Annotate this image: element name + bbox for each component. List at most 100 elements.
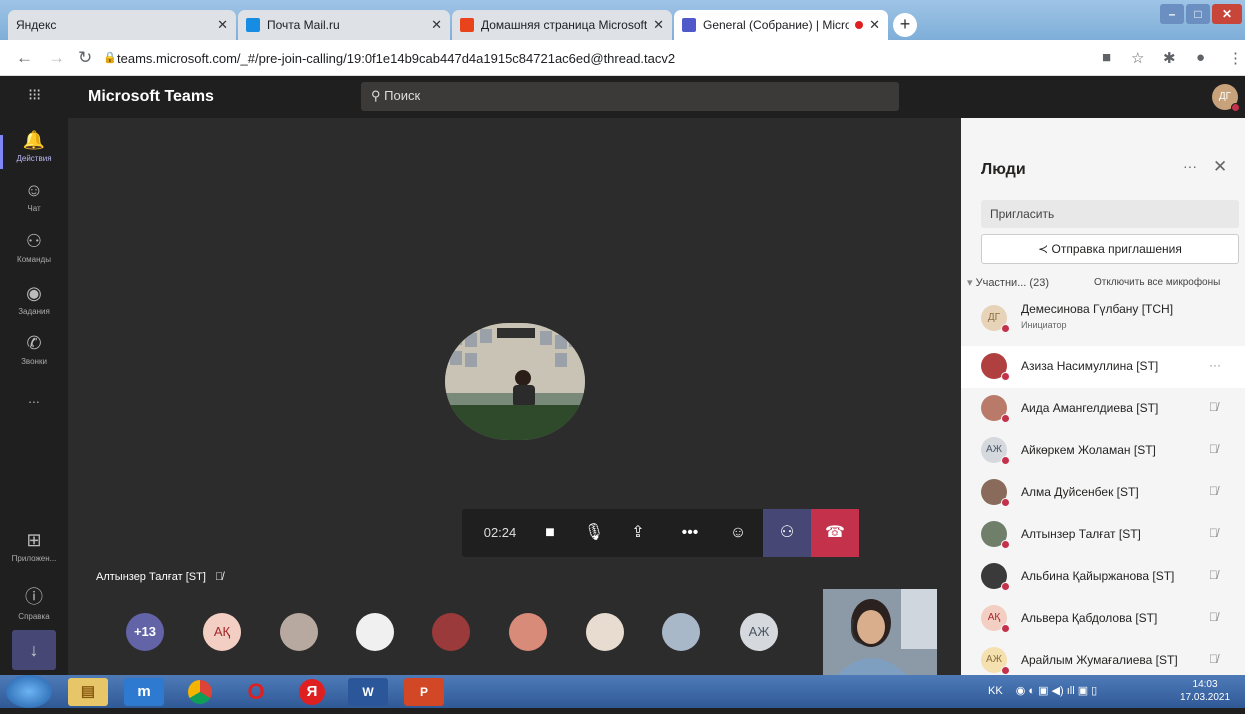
- participant-name: Айкөркем Жоламан [ST]: [1021, 443, 1156, 457]
- opera-icon[interactable]: O: [236, 678, 276, 706]
- participant-row[interactable]: Алма Дуйсенбек [ST] 🎙̸: [961, 472, 1245, 514]
- rail-label: Справка: [18, 612, 50, 621]
- participant-avatar[interactable]: [432, 613, 470, 651]
- send-invite-button[interactable]: ≺ Отправка приглашения: [981, 234, 1239, 264]
- participant-row[interactable]: Алтынзер Талғат [ST] 🎙̸: [961, 514, 1245, 556]
- hang-up-button[interactable]: ☎: [811, 509, 859, 557]
- yandex-browser-icon[interactable]: Я: [292, 678, 332, 706]
- download-button[interactable]: ↓: [12, 630, 56, 670]
- tab-teams-meeting[interactable]: General (Собрание) | Micros ✕: [674, 10, 888, 40]
- call-controls: 02:24 ■ 🎙 ⇪ ••• ☺ ⚇ ☎: [462, 509, 859, 557]
- assignments-icon: ◉: [26, 283, 42, 303]
- camera-icon[interactable]: ■: [1102, 49, 1111, 66]
- tab-title: Почта Mail.ru: [267, 18, 340, 32]
- profile-icon[interactable]: ●: [1196, 49, 1205, 66]
- language-indicator[interactable]: KK: [988, 685, 1003, 697]
- invite-input[interactable]: Пригласить: [981, 200, 1239, 228]
- rail-label: Приложен...: [11, 554, 57, 563]
- share-icon: ⇪: [631, 524, 645, 541]
- powerpoint-icon[interactable]: P: [404, 678, 444, 706]
- tab-mail[interactable]: Почта Mail.ru ✕: [238, 10, 450, 40]
- search-input[interactable]: ⚲ Поиск: [361, 82, 899, 111]
- tab-office[interactable]: Домашняя страница Microsoft C ✕: [452, 10, 672, 40]
- show-participants-button[interactable]: ⚇: [763, 509, 811, 557]
- participant-row[interactable]: Азиза Насимуллина [ST] ···: [961, 346, 1245, 388]
- close-icon[interactable]: ✕: [653, 17, 664, 33]
- teams-app-icon[interactable]: m: [124, 678, 164, 706]
- lock-icon: 🔒: [103, 52, 117, 64]
- more-options-icon[interactable]: ···: [1209, 358, 1221, 372]
- participants-header[interactable]: ▾ Участни... (23) Отключить все микрофон…: [967, 276, 1243, 289]
- participant-avatar[interactable]: [356, 613, 394, 651]
- camera-icon: ■: [545, 524, 555, 541]
- close-icon[interactable]: ✕: [431, 17, 442, 33]
- avatar[interactable]: ДГ: [1212, 84, 1240, 112]
- word-icon[interactable]: W: [348, 678, 388, 706]
- camera-toggle-button[interactable]: ■: [530, 509, 570, 557]
- participants-count: (23): [1029, 277, 1049, 289]
- participant-row[interactable]: ДГ Демесинова Гүлбану [TCH] Инициатор: [961, 298, 1245, 340]
- mute-all-button[interactable]: Отключить все микрофоны: [1094, 277, 1220, 288]
- mic-toggle-button[interactable]: 🎙: [574, 509, 614, 557]
- rail-item-assignments[interactable]: ◉ Задания: [0, 283, 68, 316]
- new-tab-button[interactable]: +: [893, 13, 917, 37]
- status-badge: [1001, 372, 1010, 381]
- rail-item-chat[interactable]: ☺ Чат: [0, 180, 68, 213]
- back-icon[interactable]: ←: [16, 48, 33, 68]
- rail-item-help[interactable]: ⓘ Справка: [0, 583, 68, 621]
- participant-avatar[interactable]: [509, 613, 547, 651]
- participant-row[interactable]: АЖ Айкөркем Жоламан [ST] 🎙̸: [961, 430, 1245, 472]
- more-icon: •••: [681, 524, 699, 541]
- close-icon[interactable]: ✕: [869, 17, 880, 33]
- participant-row[interactable]: Альбина Қайыржанова [ST] 🎙̸: [961, 556, 1245, 598]
- forward-icon[interactable]: →: [48, 48, 65, 68]
- chrome-icon[interactable]: [180, 678, 220, 706]
- avatar-initials: АЖ: [986, 444, 1002, 455]
- app-title: Microsoft Teams: [88, 88, 214, 105]
- more-actions-button[interactable]: •••: [670, 509, 710, 557]
- avatar-initials: ДГ: [987, 312, 1001, 323]
- rail-item-teams[interactable]: ⚇ Команды: [0, 231, 68, 264]
- participant-row[interactable]: АҚ Альвера Қабдолова [ST] 🎙̸: [961, 598, 1245, 640]
- close-icon[interactable]: ✕: [217, 17, 228, 33]
- more-options-icon[interactable]: ···: [1183, 158, 1197, 174]
- close-icon[interactable]: ✕: [1213, 157, 1227, 177]
- participant-avatar[interactable]: [586, 613, 624, 651]
- start-button[interactable]: [6, 675, 52, 708]
- participant-avatar[interactable]: [662, 613, 700, 651]
- reload-icon[interactable]: ↻: [78, 48, 92, 68]
- app-launcher-icon[interactable]: ⁝⁝⁝: [28, 85, 41, 105]
- rail-item-apps[interactable]: ⊞ Приложен...: [0, 530, 68, 563]
- extensions-icon[interactable]: ✱: [1163, 49, 1176, 67]
- menu-icon[interactable]: ⋮: [1228, 49, 1243, 67]
- rail-item-activity[interactable]: 🔔 Действия: [0, 130, 68, 163]
- close-window-button[interactable]: ✕: [1212, 4, 1242, 24]
- maximize-button[interactable]: □: [1186, 4, 1210, 24]
- clock[interactable]: 14:03 17.03.2021: [1180, 678, 1230, 704]
- explorer-icon[interactable]: ▤: [68, 678, 108, 706]
- star-icon[interactable]: ☆: [1131, 49, 1144, 67]
- bell-icon: 🔔: [22, 130, 46, 150]
- hang-up-icon: ☎: [825, 524, 845, 541]
- rail-label: Чат: [27, 204, 41, 213]
- url-field[interactable]: teams.microsoft.com/_#/pre-join-calling/…: [117, 51, 675, 66]
- avatar: АЖ: [981, 437, 1010, 465]
- participant-row[interactable]: Аида Амангелдиева [ST] 🎙̸: [961, 388, 1245, 430]
- avatar: [981, 521, 1010, 549]
- participant-avatar[interactable]: АЖ: [740, 613, 778, 651]
- participant-avatar[interactable]: АҚ: [203, 613, 241, 651]
- rail-item-more[interactable]: ...: [0, 390, 68, 406]
- tab-title: Яндекс: [16, 18, 57, 32]
- mic-off-icon: 🎙̸: [1209, 526, 1218, 540]
- show-chat-button[interactable]: ☺: [718, 509, 758, 557]
- share-screen-button[interactable]: ⇪: [618, 509, 658, 557]
- minimize-button[interactable]: –: [1160, 4, 1184, 24]
- tab-yandex[interactable]: Яндекс ✕: [8, 10, 236, 40]
- more-icon: ...: [28, 390, 40, 406]
- status-badge: [1001, 540, 1010, 549]
- overflow-count[interactable]: +13: [126, 613, 164, 651]
- avatar: АҚ: [981, 605, 1010, 633]
- panel-title: Люди: [981, 161, 1026, 178]
- rail-item-calls[interactable]: ✆ Звонки: [0, 333, 68, 366]
- participant-avatar[interactable]: [280, 613, 318, 651]
